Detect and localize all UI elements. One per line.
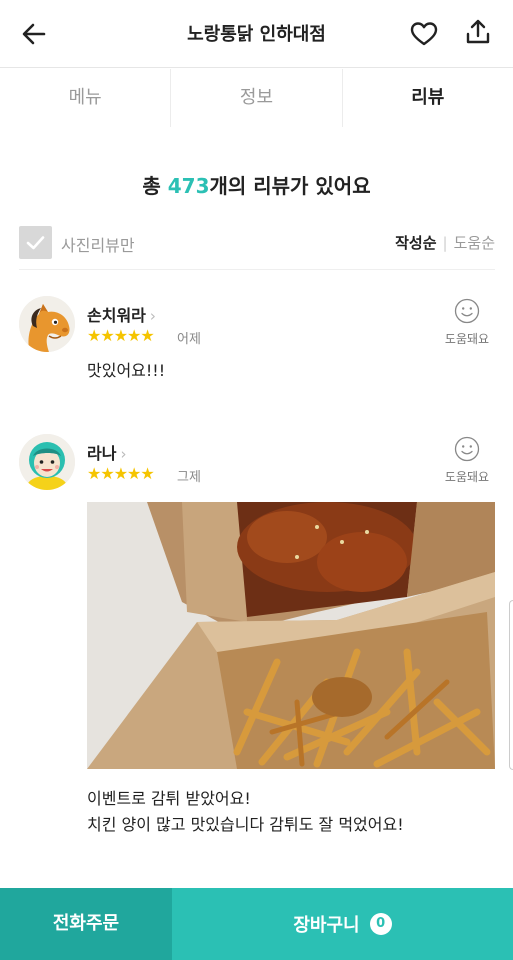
- sort-divider: |: [442, 234, 448, 252]
- tab-info[interactable]: 정보: [171, 69, 343, 127]
- star-rating: ★★★★★: [87, 326, 155, 345]
- review-count: 473: [167, 174, 210, 198]
- store-tabs: 메뉴 정보 리뷰: [0, 69, 513, 127]
- reviewer-nickname[interactable]: 라나 ›: [87, 440, 126, 464]
- helpful-label: 도움돼요: [444, 332, 490, 346]
- review-text: 이벤트로 감튀 받았어요! 치킨 양이 많고 맛있습니다 감튀도 잘 먹었어요!: [87, 786, 404, 838]
- review-text-line: 치킨 양이 많고 맛있습니다 감튀도 잘 먹었어요!: [87, 815, 404, 834]
- review-text-line: 이벤트로 감튀 받았어요!: [87, 789, 251, 808]
- cart-label: 장바구니: [293, 915, 360, 936]
- review-count-summary: 총 473개의 리뷰가 있어요: [0, 170, 513, 199]
- sort-helpful[interactable]: 도움순: [454, 234, 495, 252]
- check-icon: [26, 236, 45, 250]
- smiley-icon: [454, 298, 480, 324]
- helpful-label: 도움돼요: [444, 470, 490, 484]
- phone-order-button[interactable]: 전화주문: [0, 888, 172, 960]
- photo-only-checkbox[interactable]: [19, 226, 52, 259]
- star-rating: ★★★★★: [87, 464, 155, 483]
- bottom-action-bar: 전화주문 장바구니 0: [0, 888, 513, 960]
- review-text: 맛있어요!!!: [87, 361, 166, 380]
- tab-reviews[interactable]: 리뷰: [343, 69, 513, 127]
- review-date: 그제: [177, 470, 201, 485]
- avatar[interactable]: [19, 296, 75, 352]
- cart-button[interactable]: 장바구니 0: [172, 888, 513, 960]
- review-filter-row: 사진리뷰만 작성순 | 도움순: [19, 226, 495, 270]
- tab-menu[interactable]: 메뉴: [0, 69, 172, 127]
- helpful-button[interactable]: 도움돼요: [439, 436, 495, 485]
- horse-avatar-icon: [19, 296, 75, 352]
- heart-icon[interactable]: [408, 18, 440, 50]
- girl-avatar-icon: [19, 434, 75, 490]
- summary-prefix: 총: [142, 174, 168, 198]
- review-item: 손치워라 › ★★★★★ 어제 도움돼요 맛있어요!!!: [19, 296, 495, 406]
- reviewer-nickname[interactable]: 손치워라 ›: [87, 302, 156, 326]
- avatar[interactable]: [19, 434, 75, 490]
- chevron-right-icon: ›: [120, 445, 127, 463]
- smiley-icon: [454, 436, 480, 462]
- review-photo[interactable]: [87, 502, 495, 769]
- review-date: 어제: [177, 332, 201, 347]
- nickname-text: 손치워라: [87, 306, 146, 325]
- summary-suffix: 개의 리뷰가 있어요: [209, 174, 371, 198]
- app-header: 노랑통닭 인하대점: [0, 0, 513, 68]
- helpful-button[interactable]: 도움돼요: [439, 298, 495, 347]
- sort-latest[interactable]: 작성순: [395, 234, 436, 252]
- scroll-indicator[interactable]: [509, 600, 513, 770]
- chevron-right-icon: ›: [149, 307, 156, 325]
- nickname-text: 라나: [87, 444, 117, 463]
- share-icon[interactable]: [462, 16, 494, 48]
- chicken-and-fries-photo: [87, 502, 495, 769]
- cart-count-badge: 0: [369, 913, 392, 935]
- review-item: 라나 › ★★★★★ 그제 도움돼요 이벤트로 감튀 받았어요! 치킨 양이 많…: [19, 434, 495, 844]
- sort-options: 작성순 | 도움순: [395, 232, 495, 253]
- photo-only-label[interactable]: 사진리뷰만: [61, 232, 135, 256]
